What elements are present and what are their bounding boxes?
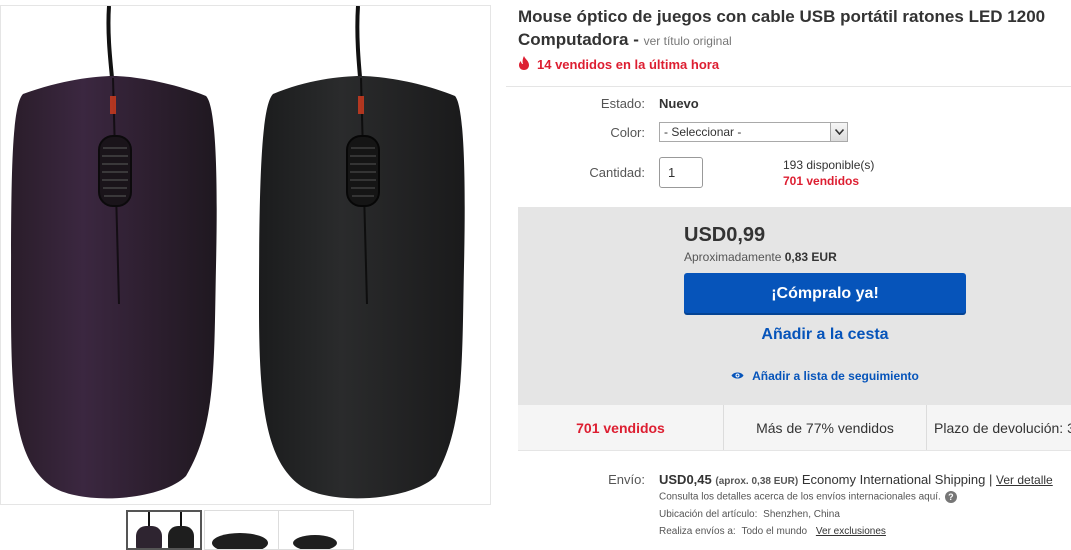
shipping-price: USD0,45 [659,472,712,487]
quantity-input[interactable]: 1 [659,157,703,188]
color-selected-value: - Seleccionar - [664,125,742,139]
mouse-photo [11,6,465,499]
color-label: Color: [610,125,645,140]
thumbnail-1[interactable] [126,510,202,550]
add-to-watchlist-link[interactable]: Añadir a lista de seguimiento [684,369,966,383]
condition-value: Nuevo [659,96,699,111]
eye-icon [731,369,744,383]
watchlist-label: Añadir a lista de seguimiento [752,369,919,383]
stats-row: 701 vendidos Más de 77% vendidos Plazo d… [518,404,1071,451]
approx-label: Aproximadamente [684,250,782,264]
buy-now-button[interactable]: ¡Cómpralo ya! [684,273,966,315]
product-title: Mouse óptico de juegos con cable USB por… [518,7,1046,26]
divider [506,86,1071,87]
mouse-thumbnail [136,512,194,548]
price: USD0,99 [684,224,766,246]
shipping-approx: (aprox. 0,38 EUR) [715,476,799,487]
shipping-sep: | [989,472,993,487]
divider [926,405,927,450]
add-to-cart-button[interactable]: Añadir a la cesta [684,326,966,344]
hot-indicator: 14 vendidos en la última hora [518,56,719,73]
thumbnail-3[interactable] [278,510,354,550]
product-title-cont: Computadora - [518,30,644,49]
shipping-note: Consulta los detalles acerca de los enví… [659,491,957,503]
stat-returns: Plazo de devolución: 3 [934,419,1071,436]
stat-sold: 701 vendidos [576,419,665,436]
location-label: Ubicación del artículo: [659,509,758,520]
hot-text: 14 vendidos en la última hora [537,57,720,72]
product-title-line2: Computadora - ver título original [518,29,732,52]
condition-label: Estado: [600,96,645,111]
shipping-method: Economy International Shipping [801,472,986,487]
product-image[interactable] [0,5,491,505]
mouse-thumbnail [293,535,337,549]
mouse-thumbnail [212,533,268,549]
shipping-note-text: Consulta los detalles acerca de los enví… [659,491,941,503]
view-original-title-link[interactable]: ver título original [644,34,732,48]
sold-count: 701 vendidos [783,174,860,188]
ships-to-label: Realiza envíos a: [659,526,736,537]
approx-price: Aproximadamente 0,83 EUR [684,250,837,264]
approx-value: 0,83 EUR [784,250,837,264]
item-location: Ubicación del artículo: Shenzhen, China [659,509,840,520]
available-count: 193 disponible(s) [783,158,875,172]
quantity-label: Cantidad: [589,165,645,180]
ships-to-value: Todo el mundo [741,526,808,537]
exclusions-link[interactable]: Ver exclusiones [816,526,886,537]
shipping-details-link[interactable]: Ver detalle [996,473,1053,487]
shipping-line: USD0,45 (aprox. 0,38 EUR) Economy Intern… [659,472,1053,487]
stat-percent-sold: Más de 77% vendidos [756,419,894,436]
thumbnail-2[interactable] [204,510,280,550]
location-value: Shenzhen, China [763,509,840,520]
help-icon[interactable]: ? [944,491,957,503]
fire-icon [518,56,530,73]
color-select[interactable]: - Seleccionar - [659,122,848,142]
ships-to: Realiza envíos a: Todo el mundo Ver excl… [659,526,886,537]
chevron-down-icon[interactable] [830,123,847,141]
shipping-label: Envío: [608,472,645,487]
